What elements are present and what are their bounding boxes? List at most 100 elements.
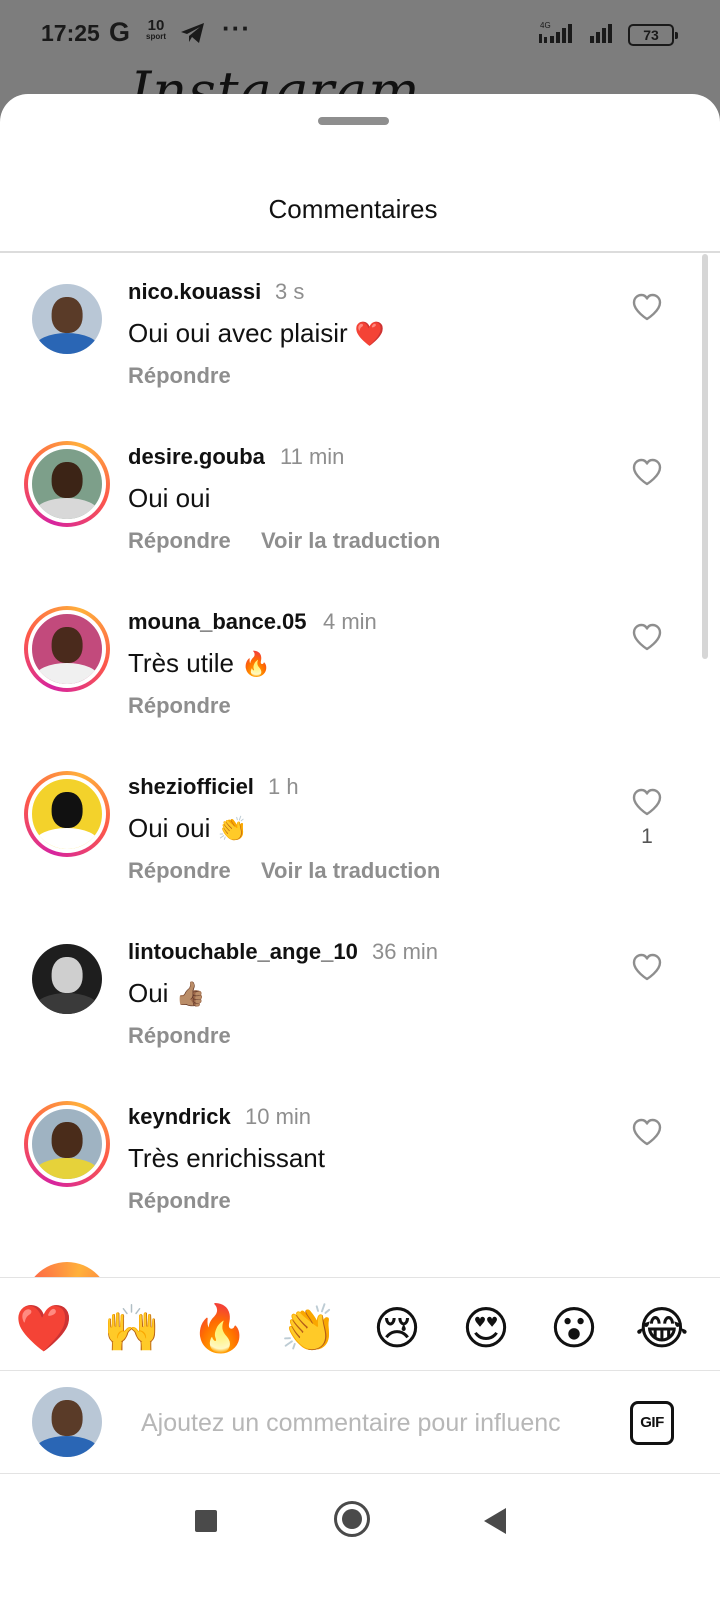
avatar	[32, 1387, 102, 1457]
comment-time: 3 s	[275, 279, 305, 304]
avatar[interactable]	[28, 1105, 106, 1183]
comment-text: Très enrichissant	[128, 1143, 325, 1174]
comment-list[interactable]: nico.kouassi 3 s Oui oui avec plaisir ❤️ Ré…	[0, 252, 706, 1277]
comment-time: 11 min	[280, 444, 345, 469]
comment-time: 10 min	[245, 1104, 312, 1129]
system-nav-bar	[0, 1475, 720, 1600]
story-ring[interactable]	[24, 1101, 110, 1187]
recents-icon[interactable]	[195, 1510, 217, 1532]
avatar-face	[51, 1121, 83, 1158]
comment-username[interactable]: sheziofficiel	[128, 774, 254, 800]
status-indicators: 4G 73	[536, 20, 678, 49]
avatar[interactable]	[32, 284, 102, 354]
comment-text: Oui oui 👏	[128, 813, 248, 844]
emoji-reaction-bar: ❤️ 🙌 🔥 👏 😢 😍 😮 😂	[0, 1277, 720, 1371]
reply-button[interactable]: Répondre	[128, 1023, 231, 1049]
emoji-reaction-button[interactable]: 😂	[632, 1300, 692, 1356]
comment-body: Oui oui	[128, 813, 211, 843]
comment-composer: GIF	[0, 1371, 720, 1474]
heart-icon[interactable]	[631, 1117, 663, 1147]
comment-input[interactable]	[141, 1403, 599, 1443]
story-ring[interactable]	[24, 936, 110, 1022]
scrollbar[interactable]	[702, 254, 708, 659]
reply-button[interactable]: Répondre	[128, 363, 231, 389]
avatar-body	[34, 1436, 100, 1457]
emoji-reaction-button[interactable]: 🔥	[190, 1300, 250, 1356]
comment-username[interactable]: nico.kouassi	[128, 279, 261, 305]
avatar[interactable]	[28, 775, 106, 853]
comment-row: lintouchable_ange_10 36 min Oui 👍🏽 Répondre	[0, 912, 706, 1077]
avatar-face	[51, 461, 83, 498]
avatar[interactable]	[28, 610, 106, 688]
story-ring[interactable]	[24, 276, 110, 362]
comment-text: Oui 👍🏽	[128, 978, 206, 1009]
avatar-body	[34, 333, 100, 354]
comment-time: 4 min	[323, 609, 377, 634]
telegram-icon	[180, 21, 206, 50]
comment-body: Oui oui avec plaisir	[128, 318, 348, 348]
comment-row: nico.kouassi 3 s Oui oui avec plaisir ❤️ Ré…	[0, 252, 706, 417]
comment-body: Oui	[128, 978, 169, 1008]
comment-time: 36 min	[372, 939, 439, 964]
comment-time: 1 h	[268, 774, 299, 799]
reply-button[interactable]: Répondre	[128, 693, 231, 719]
story-ring[interactable]	[24, 441, 110, 527]
comment-row: sheziofficiel 1 h Oui oui 👏 Répondre Voir la…	[0, 747, 706, 912]
comment-username[interactable]: keyndrick	[128, 1104, 231, 1130]
avatar[interactable]	[28, 445, 106, 523]
avatar-body	[34, 993, 100, 1014]
heart-icon[interactable]	[631, 952, 663, 982]
home-icon[interactable]	[334, 1501, 370, 1537]
sport-label: sport	[146, 32, 166, 41]
avatar[interactable]	[32, 944, 102, 1014]
battery-icon: 73	[628, 23, 678, 46]
heart-icon[interactable]	[631, 457, 663, 487]
comment-body: Très utile	[128, 648, 234, 678]
emoji-reaction-button[interactable]: 😢	[367, 1300, 427, 1356]
emoji-reaction-button[interactable]: 👏	[279, 1300, 339, 1356]
comment-text: Oui oui	[128, 483, 210, 514]
avatar-body	[34, 1158, 100, 1179]
like-count: 1	[641, 825, 653, 848]
comment-row: mouna_bance.05 4 min Très utile 🔥 Répondre	[0, 582, 706, 747]
sheet-title: Commentaires	[268, 194, 438, 224]
heart-icon[interactable]	[631, 787, 663, 817]
reply-button[interactable]: Répondre	[128, 528, 231, 554]
network-type: 4G	[540, 21, 551, 30]
comment-body: Très enrichissant	[128, 1143, 325, 1173]
comment-username[interactable]: desire.gouba	[128, 444, 265, 470]
comment-text: Très utile 🔥	[128, 648, 271, 679]
reply-button[interactable]: Répondre	[128, 1188, 231, 1214]
comment-username[interactable]: lintouchable_ange_10	[128, 939, 358, 965]
comment-emoji: ❤️	[354, 321, 385, 348]
emoji-reaction-button[interactable]: 😍	[456, 1300, 516, 1356]
comment-username[interactable]: mouna_bance.05	[128, 609, 307, 635]
translate-button[interactable]: Voir la traduction	[261, 528, 440, 554]
story-ring[interactable]	[24, 771, 110, 857]
avatar-face	[51, 791, 83, 828]
emoji-reaction-button[interactable]: 🙌	[102, 1300, 162, 1356]
google-icon: G	[109, 17, 131, 47]
sport-app-icon: 10 sport	[146, 18, 166, 41]
comment-emoji: 👍🏽	[175, 981, 206, 1008]
emoji-reaction-button[interactable]: ❤️	[14, 1300, 74, 1356]
heart-icon[interactable]	[631, 622, 663, 652]
heart-icon[interactable]	[631, 292, 663, 322]
signal-icon: 4G	[536, 20, 578, 49]
story-ring[interactable]	[24, 606, 110, 692]
emoji-reaction-button[interactable]: 😮	[544, 1300, 604, 1356]
drag-handle[interactable]	[318, 117, 389, 125]
gif-button[interactable]: GIF	[630, 1401, 674, 1445]
back-icon[interactable]	[484, 1508, 506, 1534]
reply-button[interactable]: Répondre	[128, 858, 231, 884]
comment-body: Oui oui	[128, 483, 211, 513]
overflow-icon: ···	[222, 13, 251, 43]
signal-icon-2	[588, 20, 618, 49]
avatar-face	[51, 956, 83, 993]
avatar-face	[51, 626, 83, 663]
translate-button[interactable]: Voir la traduction	[261, 858, 440, 884]
comment-text: Oui oui avec plaisir ❤️	[128, 318, 385, 349]
avatar-body	[34, 828, 100, 849]
comment-row: keyndrick 10 min Très enrichissant Répondr…	[0, 1077, 706, 1242]
story-ring[interactable]	[24, 1262, 110, 1277]
